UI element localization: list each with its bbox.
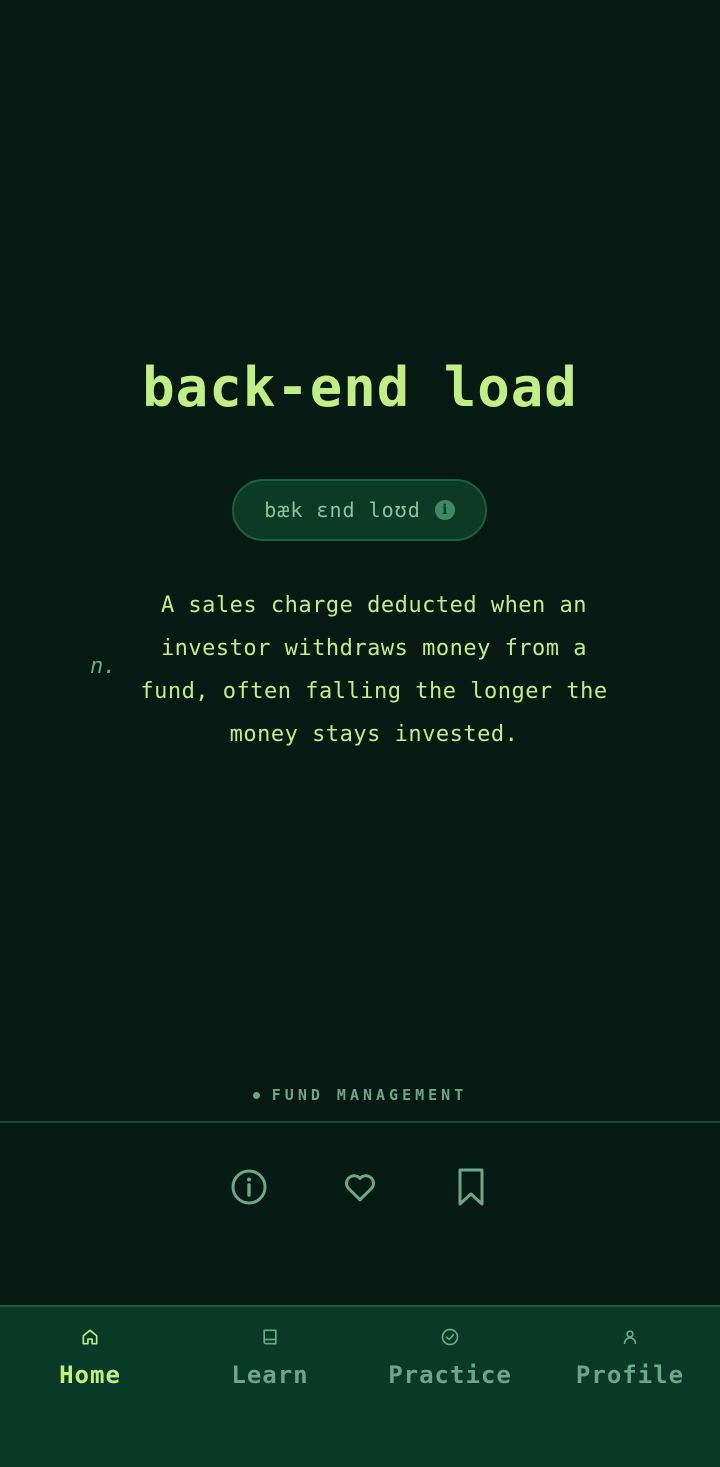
bullet-dot-icon: [252, 1091, 260, 1099]
pronunciation-pill[interactable]: bæk ɛnd loʊd i: [232, 479, 487, 541]
tab-learn-label: Learn: [231, 1361, 309, 1389]
home-icon: [80, 1323, 100, 1351]
tab-home[interactable]: Home: [0, 1323, 180, 1403]
bookmark-button[interactable]: [446, 1162, 496, 1212]
tab-profile[interactable]: Profile: [540, 1323, 720, 1403]
check-circle-icon: [440, 1323, 460, 1351]
pronunciation-text: bæk ɛnd loʊd: [264, 498, 421, 522]
action-bar: [0, 1162, 720, 1212]
category-label: FUND MANAGEMENT: [0, 1086, 720, 1104]
term-title: back-end load: [142, 356, 578, 419]
part-of-speech: n.: [90, 654, 117, 679]
tab-learn[interactable]: Learn: [180, 1323, 360, 1403]
bottom-tab-bar: Home Learn Practice Profile: [0, 1305, 720, 1467]
info-circle-icon: [231, 1169, 267, 1205]
info-button[interactable]: [224, 1162, 274, 1212]
info-icon: i: [434, 500, 455, 520]
definition-text: A sales charge deducted when an investor…: [140, 593, 608, 747]
user-icon: [620, 1323, 640, 1351]
word-card-screen: back-end load bæk ɛnd loʊd i n. A sales …: [0, 0, 720, 1467]
tab-practice[interactable]: Practice: [360, 1323, 540, 1403]
book-icon: [260, 1323, 280, 1351]
divider: [0, 1121, 720, 1123]
tab-profile-label: Profile: [575, 1361, 685, 1389]
category-text: FUND MANAGEMENT: [271, 1086, 468, 1104]
bookmark-icon: [458, 1168, 484, 1206]
favorite-button[interactable]: [335, 1162, 385, 1212]
tab-home-label: Home: [59, 1361, 121, 1389]
heart-icon: [345, 1174, 375, 1202]
tab-practice-label: Practice: [388, 1361, 512, 1389]
